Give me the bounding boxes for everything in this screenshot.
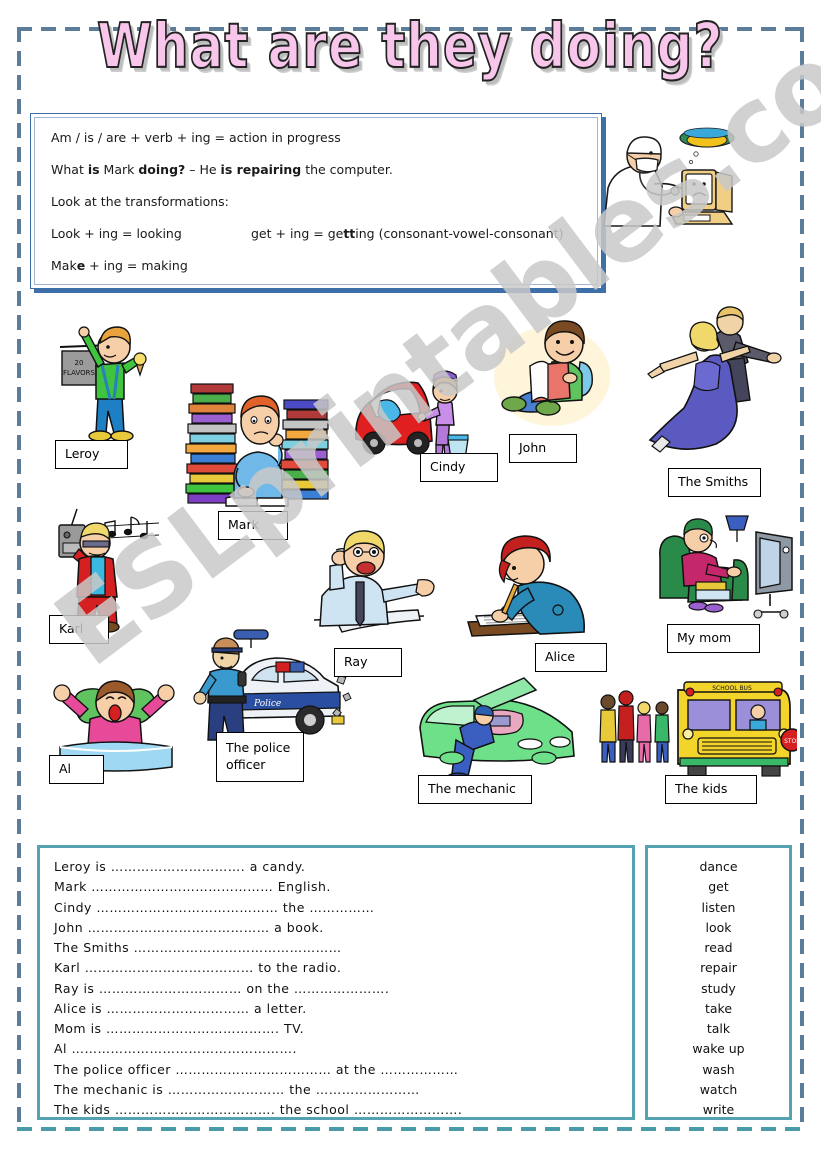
page-title-text: What are they doing?: [96, 10, 724, 84]
transform-make-post: + ing = making: [85, 258, 188, 273]
exercise-line: The kids ………………………………. the school …………………: [54, 1102, 463, 1117]
label-alice: Alice: [535, 643, 607, 672]
word-bank-item: get: [708, 879, 729, 895]
svg-text:20: 20: [75, 359, 84, 367]
transformations-row: Look + ing = looking get + ing = getting…: [51, 226, 581, 241]
transform-make-pre: Mak: [51, 258, 77, 273]
word-bank-item: read: [704, 940, 733, 955]
picture-my-mom: [652, 512, 802, 622]
exercise-line: Mark …………………………………… English.: [54, 879, 331, 895]
picture-leroy: 20 FLAVORS: [52, 315, 162, 445]
svg-text:STOP: STOP: [784, 738, 797, 745]
word-bank-item: study: [701, 980, 736, 996]
picture-ray: [294, 528, 444, 648]
label-mechanic: The mechanic: [418, 775, 532, 804]
picture-cindy: [352, 353, 482, 468]
transformations-heading: Look at the transformations:: [51, 194, 229, 209]
transform-get-pre: get + ing = ge: [251, 226, 344, 241]
example-name: Mark: [99, 162, 139, 177]
word-bank-item: wake up: [692, 1041, 745, 1057]
picture-mechanic: [412, 670, 582, 790]
exercise-line: Ray is …………………………… on the ………………….: [54, 980, 390, 996]
exercise-line: Alice is …………………………… a letter.: [54, 1000, 307, 1016]
grammar-explanation-box: Am / is / are + verb + ing = action in p…: [30, 113, 602, 289]
exercise-line: The Smiths …………………………………………: [54, 940, 342, 955]
grammar-box-inner: Am / is / are + verb + ing = action in p…: [34, 117, 598, 285]
picture-john: [492, 318, 612, 428]
page-title: What are they doing?: [0, 8, 821, 84]
example-end: the computer.: [301, 162, 393, 177]
word-bank-item: take: [704, 1000, 733, 1016]
word-bank-item: wash: [702, 1061, 735, 1077]
transform-get: get + ing = getting (consonant-vowel-con…: [251, 226, 563, 241]
picture-alice: [462, 530, 612, 660]
exercise-line: Al …………………………………………….: [54, 1041, 297, 1057]
exercise-line: The police officer ……………………………… at the ……: [54, 1061, 459, 1077]
example-is-repairing: is repairing: [220, 162, 302, 177]
exercise-line: Karl ………………………………… to the radio.: [54, 960, 342, 976]
computer-doctor-clipart: [596, 126, 746, 234]
label-police-officer: The police officer: [216, 732, 304, 782]
grammar-example-line: What is Mark doing? – He is repairing th…: [51, 162, 581, 177]
label-leroy: Leroy: [55, 440, 128, 469]
picture-mark: [182, 378, 332, 508]
label-my-mom: My mom: [667, 624, 760, 653]
picture-grid: 20 FLAVORS Leroy Mark Cindy John The Smi…: [22, 300, 800, 840]
transform-get-post: ing (consonant-vowel-consonant): [355, 226, 564, 241]
label-john: John: [509, 434, 577, 463]
label-cindy: Cindy: [420, 453, 498, 482]
svg-text:FLAVORS: FLAVORS: [63, 369, 95, 377]
word-bank-item: write: [702, 1102, 735, 1117]
word-bank-item: talk: [706, 1021, 731, 1036]
example-mid: – He: [185, 162, 221, 177]
svg-text:SCHOOL BUS: SCHOOL BUS: [712, 685, 752, 692]
example-doing: doing?: [138, 162, 186, 177]
exercise-line: Cindy …………………………………… the ……………: [54, 899, 375, 915]
label-karl: Karl: [49, 615, 109, 644]
transform-make-bold: e: [76, 258, 86, 273]
word-bank-item: watch: [699, 1081, 738, 1097]
word-bank-item: dance: [699, 859, 738, 874]
label-ray: Ray: [334, 648, 402, 677]
exercise-line: Leroy is …………………………. a candy.: [54, 859, 306, 874]
frame-edge-bottom: [17, 1127, 804, 1131]
example-pre: What: [51, 162, 88, 177]
exercise-line: The mechanic is ……………………… the ……………………: [54, 1081, 420, 1097]
picture-kids-school-bus: SCHOOL BUS STOP: [592, 668, 797, 788]
exercise-line: John …………………………………… a book.: [54, 919, 324, 935]
word-bank-box: dance get listen look read repair study …: [645, 845, 792, 1120]
svg-text:Police: Police: [253, 699, 281, 709]
exercise-line: Mom is …………………………………. TV.: [54, 1021, 305, 1036]
label-al: Al: [49, 755, 104, 784]
word-bank-item: listen: [701, 899, 736, 915]
transform-get-bold: tt: [343, 226, 356, 241]
label-the-smiths: The Smiths: [668, 468, 761, 497]
word-bank-item: repair: [700, 960, 737, 976]
label-mark: Mark: [218, 511, 288, 540]
transform-look: Look + ing = looking: [51, 226, 182, 241]
transform-make: Make + ing = making: [51, 258, 581, 273]
example-is: is: [87, 162, 100, 177]
frame-edge-left: [17, 27, 21, 1131]
exercise-sentences-box: Leroy is …………………………. a candy. Mark ………………: [37, 845, 635, 1120]
grammar-rule-line: Am / is / are + verb + ing = action in p…: [51, 130, 341, 145]
label-kids: The kids: [665, 775, 757, 804]
word-bank-item: look: [705, 919, 732, 935]
picture-the-smiths: [632, 304, 782, 469]
